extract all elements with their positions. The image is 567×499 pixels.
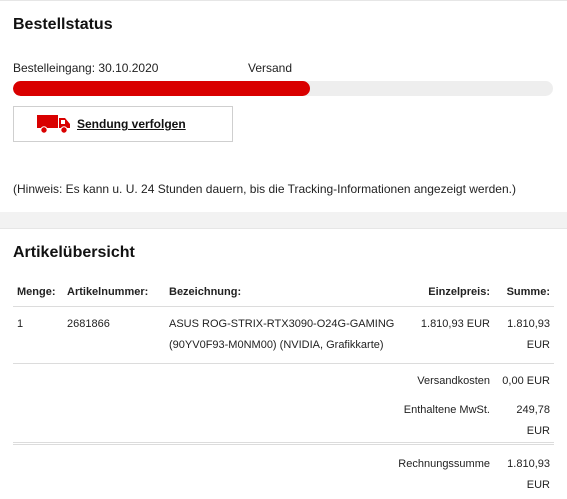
item-name-detail: (90YV0F93-M0NM00) (NVIDIA, Grafikkarte) xyxy=(169,338,384,351)
vat-value: 249,78 EUR xyxy=(494,392,554,444)
shipping-cost-value: 0,00 EUR xyxy=(502,374,550,387)
tracking-hint: (Hinweis: Es kann u. U. 24 Stunden dauer… xyxy=(13,182,516,196)
order-progress-fill xyxy=(13,81,310,96)
track-shipment-label: Sendung verfolgen xyxy=(77,117,186,131)
article-table: Menge: Artikelnummer: Bezeichnung: Einze… xyxy=(13,279,554,496)
order-received-label: Bestelleingang: 30.10.2020 xyxy=(13,61,159,75)
total-currency: EUR xyxy=(526,478,550,491)
track-shipment-button[interactable]: Sendung verfolgen xyxy=(13,106,233,142)
vat-row: Enthaltene MwSt. 249,78 EUR xyxy=(13,392,554,444)
total-value: 1.810,93 EUR xyxy=(494,441,554,496)
item-article-number: 2681866 xyxy=(63,306,165,364)
item-unit-price: 1.810,93 EUR xyxy=(415,306,494,364)
vat-currency: EUR xyxy=(526,424,550,437)
item-sum-currency: EUR xyxy=(526,338,550,351)
total-row: Rechnungssumme 1.810,93 EUR xyxy=(13,441,554,496)
item-name-line: ASUS ROG-STRIX-RTX3090-O24G-GAMING xyxy=(169,317,395,330)
shipping-status-label: Versand xyxy=(248,61,293,75)
article-overview-panel: Artikelübersicht Menge: Artikelnummer: B… xyxy=(0,228,567,499)
total-label: Rechnungssumme xyxy=(13,441,494,496)
table-header-row: Menge: Artikelnummer: Bezeichnung: Einze… xyxy=(13,279,554,307)
table-row: 1 2681866 ASUS ROG-STRIX-RTX3090-O24G-GA… xyxy=(13,306,554,364)
item-sum-value: 1.810,93 xyxy=(507,317,550,330)
header-sum: Summe: xyxy=(494,279,554,307)
order-status-panel: Bestellstatus Bestelleingang: 30.10.2020… xyxy=(0,0,567,212)
vat-label: Enthaltene MwSt. xyxy=(403,403,490,416)
order-progress-bar xyxy=(13,81,553,96)
item-qty: 1 xyxy=(13,306,63,364)
article-overview-title: Artikelübersicht xyxy=(13,244,135,261)
shipping-cost-row: Versandkosten 0,00 EUR xyxy=(13,363,554,392)
header-qty: Menge: xyxy=(13,279,63,307)
total-amount: 1.810,93 xyxy=(507,457,550,470)
shipping-cost-label: Versandkosten xyxy=(417,374,490,387)
truck-icon xyxy=(37,115,70,134)
header-name: Bezeichnung: xyxy=(165,279,415,307)
vat-amount: 249,78 xyxy=(516,403,550,416)
header-unit-price: Einzelpreis: xyxy=(415,279,494,307)
item-sum: 1.810,93 EUR xyxy=(494,306,554,364)
order-status-title: Bestellstatus xyxy=(13,16,113,33)
header-article-number: Artikelnummer: xyxy=(63,279,165,307)
item-name: ASUS ROG-STRIX-RTX3090-O24G-GAMING (90YV… xyxy=(165,306,415,364)
